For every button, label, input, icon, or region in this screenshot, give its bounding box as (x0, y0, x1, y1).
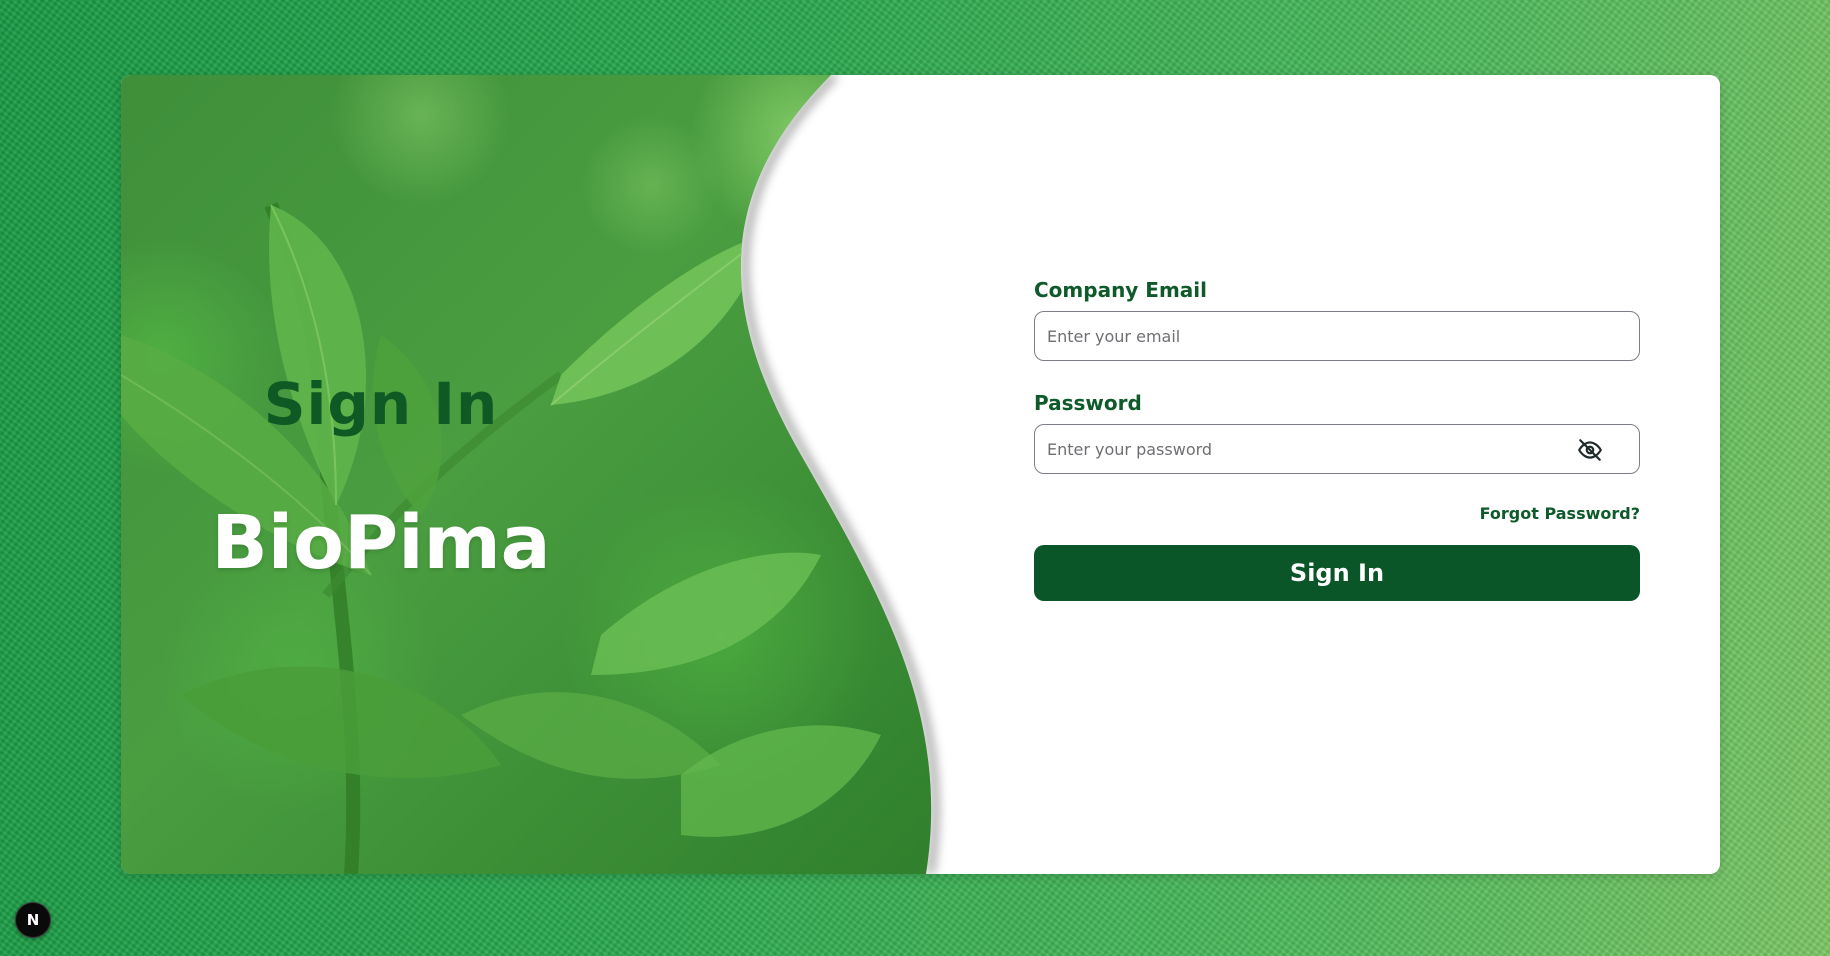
email-input-wrapper (1034, 311, 1640, 361)
sign-in-card: Sign In BioPima Company Email Password F… (121, 75, 1720, 874)
dev-badge-label: N (26, 911, 40, 929)
nextjs-logo-icon[interactable]: N (15, 902, 51, 938)
eye-off-icon[interactable] (1577, 437, 1603, 463)
email-input[interactable] (1035, 312, 1639, 360)
hero-title: Sign In (263, 370, 499, 438)
brand-name: BioPima (211, 500, 551, 586)
password-input[interactable] (1035, 425, 1639, 473)
sign-in-button[interactable]: Sign In (1034, 545, 1640, 601)
email-label: Company Email (1034, 278, 1208, 302)
forgot-password-link[interactable]: Forgot Password? (1034, 503, 1640, 525)
sign-in-form: Company Email Password Forgot Password? … (1034, 277, 1640, 601)
password-input-wrapper (1034, 424, 1640, 474)
password-label: Password (1034, 391, 1142, 415)
field-gap (1034, 361, 1640, 390)
